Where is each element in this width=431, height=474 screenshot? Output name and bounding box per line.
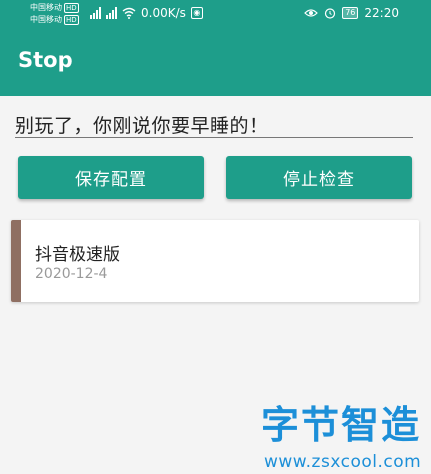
carrier-1: 中国移动 HD xyxy=(30,2,79,14)
status-right: 76 22:20 xyxy=(304,6,399,20)
carrier-1-name: 中国移动 xyxy=(30,3,62,12)
hd-badge-2: HD xyxy=(64,15,79,25)
eye-icon xyxy=(304,9,319,17)
signal-1-icon xyxy=(90,7,101,19)
app-date: 2020-12-4 xyxy=(35,266,108,282)
watermark-url: www.zsxcool.com xyxy=(264,452,422,472)
alarm-icon xyxy=(325,8,336,19)
app-card[interactable]: 抖音极速版 2020-12-4 xyxy=(11,220,419,302)
battery-icon: 76 xyxy=(342,7,359,19)
signal-2-icon xyxy=(106,7,117,19)
app-color-bar xyxy=(11,220,21,302)
app-bar: Stop xyxy=(0,28,431,96)
network-speed: 0.00K/s xyxy=(141,6,186,20)
notification-app-icon: ◉ xyxy=(190,7,203,19)
stop-check-button[interactable]: 停止检查 xyxy=(226,156,412,199)
carrier-info: 中国移动 HD 中国移动 HD xyxy=(30,2,79,26)
app-name: 抖音极速版 xyxy=(35,245,120,265)
wifi-icon xyxy=(122,7,136,19)
page-title: Stop xyxy=(18,48,73,72)
carrier-2-name: 中国移动 xyxy=(30,15,62,24)
status-bar: 中国移动 HD 中国移动 HD 0.00K/s ◉ 76 22:20 xyxy=(0,0,431,28)
message-input[interactable]: 别玩了，你刚说你要早睡的！ xyxy=(15,111,413,139)
save-config-button[interactable]: 保存配置 xyxy=(18,156,204,199)
carrier-2: 中国移动 HD xyxy=(30,14,79,26)
watermark-title: 字节智造 xyxy=(261,403,422,447)
hd-badge-1: HD xyxy=(64,3,79,13)
status-icons: 0.00K/s ◉ xyxy=(90,6,203,20)
input-underline xyxy=(15,137,413,138)
clock: 22:20 xyxy=(364,6,399,20)
